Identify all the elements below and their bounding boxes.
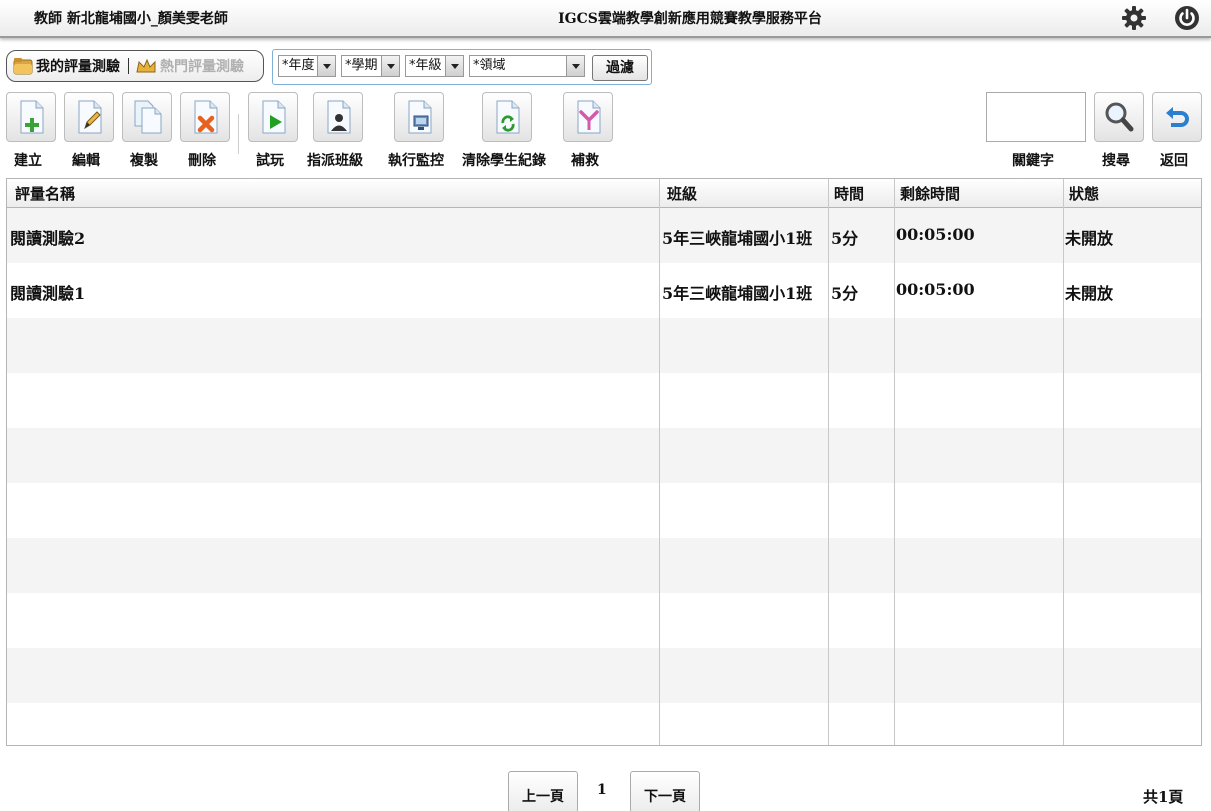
table-row-empty: [7, 428, 1201, 483]
toolbar-divider: [238, 114, 239, 154]
return-arrow-icon: [1166, 107, 1189, 127]
delete-label: 刪除: [188, 153, 216, 169]
column-divider: [894, 179, 895, 745]
remedy-label: 補救: [571, 153, 599, 169]
copy-icon-box: [122, 92, 172, 142]
table-row-empty: [7, 648, 1201, 703]
tab-my-quizzes[interactable]: 我的評量測驗: [13, 56, 120, 76]
filter-panel: *年度 *學期 *年級 *領域 過濾: [272, 49, 652, 85]
domain-select[interactable]: *領域: [469, 55, 585, 77]
column-divider: [1063, 179, 1064, 745]
prev-page-button[interactable]: 上一頁: [508, 771, 578, 811]
table-row[interactable]: [7, 263, 1201, 318]
preview-icon-box: [248, 92, 298, 142]
table-row[interactable]: [7, 208, 1201, 263]
search-icon: [1105, 102, 1134, 132]
tab-popular-quizzes[interactable]: 熱門評量測驗: [135, 56, 244, 76]
edit-icon-box: [64, 92, 114, 142]
copy-label: 複製: [130, 153, 158, 169]
search-icon-box: [1094, 92, 1144, 142]
cell-time: 5分: [831, 284, 859, 303]
table-row-empty: [7, 538, 1201, 593]
keyword-label: 關鍵字: [1012, 153, 1054, 169]
cell-status: 未開放: [1065, 229, 1114, 248]
table-row-empty: [7, 483, 1201, 538]
create-label: 建立: [14, 153, 42, 169]
cell-class: 5年三峽龍埔國小1班: [662, 229, 813, 248]
tab-separator: [128, 58, 129, 74]
tab-popular-quizzes-label: 熱門評量測驗: [160, 59, 244, 75]
column-header-name[interactable]: 評量名稱: [15, 183, 75, 204]
monitor-label: 執行監控: [388, 153, 444, 169]
preview-label: 試玩: [256, 153, 284, 169]
delete-document-icon: [194, 100, 218, 134]
copy-icon: [134, 100, 162, 134]
user-document-icon: [327, 100, 351, 134]
assign-class-label: 指派班級: [307, 153, 363, 169]
gear-icon[interactable]: [1120, 4, 1148, 32]
remedy-icon-box: [563, 92, 613, 142]
grade-select-value: *年級: [409, 58, 442, 73]
create-icon-box: [6, 92, 56, 142]
search-label: 搜尋: [1102, 153, 1130, 169]
next-page-button[interactable]: 下一頁: [630, 771, 700, 811]
column-header-remaining[interactable]: 剩餘時間: [900, 183, 960, 204]
filter-button[interactable]: 過濾: [592, 55, 648, 81]
assign-icon-box: [313, 92, 363, 142]
cell-remaining: 00:05:00: [896, 225, 975, 244]
column-divider: [659, 179, 660, 745]
refresh-document-icon: [496, 100, 520, 134]
cell-status: 未開放: [1065, 284, 1114, 303]
cell-time: 5分: [831, 229, 859, 248]
monitor-document-icon: [408, 100, 432, 134]
power-icon[interactable]: [1173, 4, 1201, 32]
semester-select-value: *學期: [345, 58, 378, 73]
column-header-class[interactable]: 班級: [667, 183, 697, 204]
tab-bar: 我的評量測驗 熱門評量測驗: [6, 50, 264, 82]
chevron-down-icon: [381, 56, 399, 76]
platform-title: IGCS雲端教學創新應用競賽教學服務平台: [558, 11, 822, 27]
delete-icon-box: [180, 92, 230, 142]
table-row-empty: [7, 373, 1201, 428]
back-label: 返回: [1160, 153, 1188, 169]
keyword-input[interactable]: [986, 92, 1086, 142]
quiz-table: 評量名稱 班級 時間 剩餘時間 狀態 閱讀測驗2 5年三峽龍埔國小1班 5分 0…: [6, 178, 1202, 746]
play-document-icon: [262, 100, 286, 134]
table-row-empty: [7, 318, 1201, 373]
chevron-down-icon: [317, 56, 335, 76]
cell-quiz-name[interactable]: 閱讀測驗2: [10, 225, 85, 249]
table-row-empty: [7, 593, 1201, 648]
chevron-down-icon: [445, 56, 463, 76]
tab-my-quizzes-label: 我的評量測驗: [36, 59, 120, 75]
chevron-down-icon: [566, 56, 584, 76]
clear-records-label: 清除學生紀錄: [462, 153, 546, 169]
back-icon-box: [1152, 92, 1202, 142]
table-row-empty: [7, 703, 1201, 745]
cell-class: 5年三峽龍埔國小1班: [662, 284, 813, 303]
cell-remaining: 00:05:00: [896, 280, 975, 299]
current-page-number[interactable]: 1: [597, 782, 607, 798]
top-bar: 教師 新北龍埔國小_顏美雯老師 IGCS雲端教學創新應用競賽教學服務平台: [0, 0, 1211, 38]
grade-select[interactable]: *年級: [405, 55, 464, 77]
cell-quiz-name[interactable]: 閱讀測驗1: [10, 280, 85, 304]
edit-document-icon: [78, 100, 102, 134]
monitor-icon-box: [394, 92, 444, 142]
table-header: 評量名稱 班級 時間 剩餘時間 狀態: [7, 179, 1201, 208]
semester-select[interactable]: *學期: [341, 55, 400, 77]
column-header-status[interactable]: 狀態: [1069, 183, 1099, 204]
edit-label: 編輯: [72, 153, 100, 169]
total-pages: 共1頁: [1143, 788, 1184, 806]
folder-icon: [13, 58, 33, 75]
remedy-icon: [577, 100, 601, 134]
add-document-icon: [20, 100, 44, 134]
domain-select-value: *領域: [473, 58, 506, 73]
year-select-value: *年度: [282, 58, 315, 73]
crown-icon: [136, 58, 156, 73]
year-select[interactable]: *年度: [278, 55, 336, 77]
column-divider: [828, 179, 829, 745]
clear-records-icon-box: [482, 92, 532, 142]
column-header-time[interactable]: 時間: [834, 183, 864, 204]
